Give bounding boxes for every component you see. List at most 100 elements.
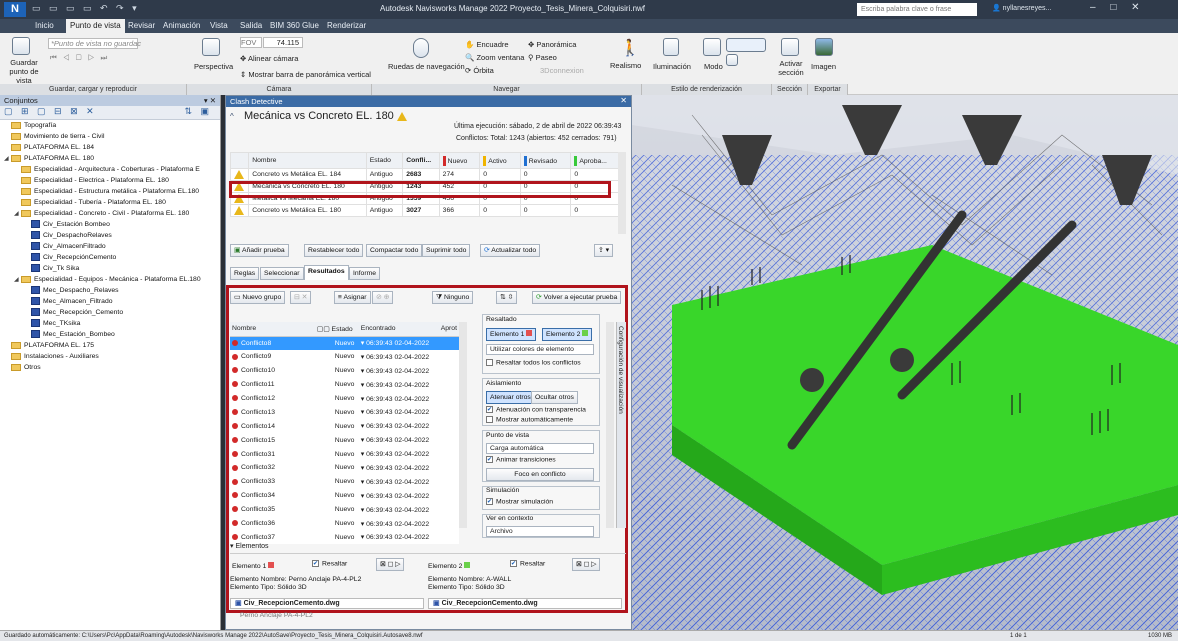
tab-renderizar[interactable]: Renderizar	[327, 21, 366, 30]
result-status[interactable]: Nuevo	[315, 364, 359, 378]
user-account[interactable]: 👤 nyllanesreyes...	[992, 4, 1051, 12]
update-all-button[interactable]: ⟳ Actualizar todo	[480, 244, 541, 257]
result-status[interactable]: Nuevo	[315, 405, 359, 419]
rerun-test-button[interactable]: ⟳ Volver a ejecutar prueba	[532, 291, 622, 304]
mode-button[interactable]: Modo	[704, 62, 723, 71]
sets-tree-item[interactable]: Movimiento de tierra - Civil	[4, 131, 104, 142]
image-export-icon[interactable]	[815, 38, 833, 56]
result-row[interactable]: Conflicto36 Nuevo ▾ 06:39:43 02-04-2022	[230, 517, 459, 531]
sets-tree-item[interactable]: Civ_Estación Bombeo	[24, 219, 110, 230]
sets-tree-item[interactable]: Civ_DespachoRelaves	[24, 230, 112, 241]
quick-access-toolbar[interactable]: ▭ ▭ ▭ ▭ ↶ ↷ ▾	[32, 3, 140, 14]
result-status[interactable]: Nuevo	[315, 433, 359, 447]
result-row[interactable]: Conflicto11 Nuevo ▾ 06:39:43 02-04-2022	[230, 378, 459, 392]
result-row[interactable]: Conflicto9 Nuevo ▾ 06:39:43 02-04-2022	[230, 350, 459, 364]
settings-side-tab[interactable]: Configuración de visualización	[616, 322, 626, 528]
result-row[interactable]: Conflicto34 Nuevo ▾ 06:39:43 02-04-2022	[230, 489, 459, 503]
result-status[interactable]: Nuevo	[315, 419, 359, 433]
sort-buttons[interactable]: ⇅ ⇳	[496, 291, 518, 304]
filter-none-button[interactable]: ⧩ Ninguno	[432, 291, 474, 304]
res-col-found[interactable]: Encontrado	[358, 322, 439, 337]
sets-toolbar[interactable]: ▢ ⊞ ▢ ⊟ ⊠ ✕ ⇅ ▣	[0, 106, 220, 120]
result-status[interactable]: Nuevo	[315, 447, 359, 461]
result-status[interactable]: Nuevo	[315, 461, 359, 475]
tab-vista[interactable]: Vista	[210, 21, 228, 30]
result-row[interactable]: Conflicto10 Nuevo ▾ 06:39:43 02-04-2022	[230, 364, 459, 378]
sort-icon[interactable]: ⇅ ▣	[184, 106, 220, 117]
hide-others-button[interactable]: Ocultar otros	[531, 391, 578, 404]
element1-file[interactable]: ▣ Civ_RecepcionCemento.dwg	[230, 598, 424, 609]
focus-clash-button[interactable]: Foco en conflicto	[486, 468, 594, 481]
element2-toggle[interactable]: Elemento 2	[542, 328, 593, 341]
res-col-estado[interactable]: ▢▢ Estado	[314, 322, 359, 337]
sets-tree-item[interactable]: ◢ PLATAFORMA EL. 180	[4, 153, 94, 164]
results-scrollbar[interactable]	[459, 322, 467, 528]
sets-tree-item[interactable]: Otros	[4, 362, 41, 373]
perspective-icon[interactable]	[202, 38, 220, 56]
navisworks-logo[interactable]: N	[4, 2, 26, 17]
result-row[interactable]: Conflicto14 Nuevo ▾ 06:39:43 02-04-2022	[230, 419, 459, 433]
render-style-grid[interactable]	[726, 38, 766, 52]
navigation-wheel-icon[interactable]	[413, 38, 429, 58]
reset-all-button[interactable]: Restablecer todo	[304, 244, 364, 257]
result-row[interactable]: Conflicto35 Nuevo ▾ 06:39:43 02-04-2022	[230, 503, 459, 517]
highlight-color-select[interactable]: Utilizar colores de elemento	[486, 344, 594, 355]
fit-button[interactable]: ✋ Encuadre	[465, 40, 509, 49]
assign-button[interactable]: ≡ Asignar	[334, 291, 371, 304]
pan-button[interactable]: ✥ Panorámica	[528, 40, 576, 49]
result-row[interactable]: Conflicto33 Nuevo ▾ 06:39:43 02-04-2022	[230, 475, 459, 489]
panoramic-bar-button[interactable]: ⇕ Mostrar barra de panorámica vertical	[240, 70, 371, 79]
tab-bim360[interactable]: BIM 360 Glue	[270, 21, 319, 30]
image-button[interactable]: Imagen	[811, 62, 836, 71]
delete-all-button[interactable]: Suprimir todo	[422, 244, 471, 257]
subtab-select[interactable]: Seleccionar	[260, 267, 304, 280]
col-approved[interactable]: Aproba...	[570, 152, 620, 169]
col-reviewed[interactable]: Revisado	[519, 152, 572, 169]
tab-revisar[interactable]: Revisar	[128, 21, 155, 30]
orbit-button[interactable]: ⟳ Órbita	[465, 66, 494, 75]
tab-animacion[interactable]: Animación	[163, 21, 200, 30]
section-icon[interactable]	[781, 38, 799, 56]
sets-tree-item[interactable]: Topografía	[4, 120, 56, 131]
result-status[interactable]: Nuevo	[315, 350, 359, 364]
close-icon[interactable]: ▾ ✕	[204, 95, 220, 106]
sets-tree-item[interactable]: Civ_Tk Sika	[24, 263, 79, 274]
expand-icon[interactable]: ◢	[4, 154, 11, 165]
subtab-report[interactable]: Informe	[349, 267, 381, 280]
fov-input[interactable]: 74.115	[263, 37, 303, 48]
sets-tree-item[interactable]: Civ_RecepciónCemento	[24, 252, 116, 263]
search-input[interactable]: Escriba palabra clave o frase	[857, 3, 977, 16]
sets-tree-item[interactable]: Mec_Almacen_Filtrado	[24, 296, 113, 307]
sets-tree-item[interactable]: Especialidad - Estructura metálica - Pla…	[14, 186, 199, 197]
result-status[interactable]: Nuevo	[315, 489, 359, 503]
group-tools[interactable]: ⊟ ✕	[290, 291, 312, 304]
expand-icon[interactable]: ◢	[14, 275, 21, 286]
sets-tree-item[interactable]: Instalaciones - Auxiliares	[4, 351, 99, 362]
export-tests-button[interactable]: ⇪ ▾	[594, 244, 613, 257]
result-status[interactable]: Nuevo	[315, 378, 359, 392]
result-status[interactable]: Nuevo	[315, 517, 359, 531]
compact-all-button[interactable]: Compactar todo	[366, 244, 423, 257]
sets-tree-item[interactable]: Especialidad - Arquitectura - Coberturas…	[14, 164, 200, 175]
viewpoint-dropdown[interactable]: *Punto de vista no guardac	[48, 38, 141, 49]
3d-viewport[interactable]	[632, 95, 1178, 630]
activate-section-button[interactable]: Activar sección	[776, 59, 806, 77]
tests-scrollbar[interactable]	[618, 152, 626, 234]
viewpoint-select[interactable]: Carga automática	[486, 443, 594, 454]
collapse-icon[interactable]: ^	[230, 112, 234, 121]
col-conflicts[interactable]: Confli...	[402, 152, 440, 169]
sets-tree-item[interactable]: Mec_Recepción_Cemento	[24, 307, 123, 318]
result-status[interactable]: Nuevo	[315, 503, 359, 517]
col-estado[interactable]: Estado	[365, 152, 404, 169]
element2-tools[interactable]: ⊠ ◻ ▷	[572, 558, 601, 571]
result-status[interactable]: Nuevo	[314, 336, 359, 350]
lighting-icon[interactable]	[663, 38, 679, 56]
context-select[interactable]: Archivo	[486, 526, 594, 537]
settings-scrollbar[interactable]	[606, 322, 614, 528]
test-row[interactable]: Concreto vs Metálica EL. 180 Antiguo 3027 3…	[229, 204, 620, 217]
transparency-checkbox[interactable]: ✔ Atenuación con transparencia	[486, 406, 586, 413]
new-group-button[interactable]: ▭ Nuevo grupo	[230, 291, 286, 304]
3dconnexion-button[interactable]: 3Dconnexion	[540, 66, 584, 75]
save-viewpoint-icon[interactable]	[12, 37, 30, 55]
walk-button[interactable]: ⚲ Paseo	[528, 53, 557, 62]
